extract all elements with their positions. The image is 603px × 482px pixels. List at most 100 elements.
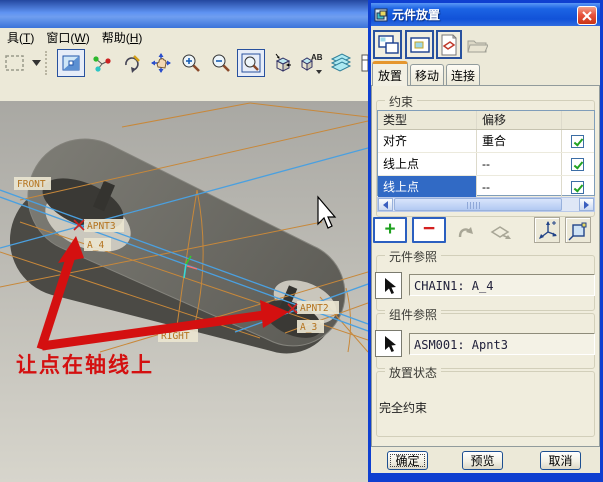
scroll-right-icon <box>584 201 589 209</box>
create-datum-icon <box>438 33 460 57</box>
add-constraint-button[interactable]: + <box>373 217 407 243</box>
plus-icon: + <box>384 220 395 239</box>
assembly-ref-select-button[interactable] <box>375 330 402 357</box>
graphics-viewport[interactable]: FRONT RIGHT APNT3 A_4 APNT2 A_3 <box>0 101 368 482</box>
column-header-enabled[interactable] <box>562 111 592 129</box>
flip-constraint-button <box>485 217 515 243</box>
svg-text:AB: AB <box>311 53 323 62</box>
constraints-table: 类型 偏移 对齐 重合 线上点 -- 线上点 -- <box>377 110 595 196</box>
constraint-row[interactable]: 线上点 -- <box>378 153 594 176</box>
selection-filter-dropdown[interactable] <box>30 52 42 74</box>
close-icon <box>582 11 592 21</box>
menu-help[interactable]: 帮助(H) <box>97 28 150 48</box>
component-ref-title: 元件参照 <box>385 248 441 265</box>
application-window: 具(T) 窗口(W) 帮助(H) <box>0 0 603 482</box>
menu-tools[interactable]: 具(T) <box>2 28 41 48</box>
chevron-down-icon <box>32 60 41 66</box>
selection-filter-button[interactable] <box>1 49 29 77</box>
same-window-icon <box>408 33 432 57</box>
minus-icon: − <box>423 218 435 239</box>
pan-hand-icon <box>150 52 172 74</box>
zoom-out-button[interactable] <box>207 49 235 77</box>
constraint-enabled-checkbox[interactable] <box>571 135 584 148</box>
flip-icon <box>488 219 512 241</box>
dialog-title: 元件放置 <box>392 6 440 23</box>
constraint-offset-cell[interactable]: 重合 <box>477 130 562 152</box>
menu-window[interactable]: 窗口(W) <box>41 28 96 48</box>
a3-axis-label[interactable]: A_3 <box>300 322 317 333</box>
constraint-offset-cell[interactable]: -- <box>477 176 562 198</box>
placement-status-title: 放置状态 <box>385 364 441 381</box>
fix-component-icon <box>567 219 589 241</box>
layers-icon <box>329 51 353 75</box>
reorient-view-button[interactable] <box>267 49 295 77</box>
column-header-type[interactable]: 类型 <box>378 111 477 129</box>
constraint-offset-cell[interactable]: -- <box>477 153 562 175</box>
preview-button[interactable]: 预览 <box>462 451 503 470</box>
remove-constraint-button[interactable]: − <box>412 217 446 243</box>
move-with-triad-button[interactable] <box>534 217 560 243</box>
constraint-row[interactable]: 对齐 重合 <box>378 130 594 153</box>
layers-button[interactable] <box>327 49 355 77</box>
tab-placement[interactable]: 放置 <box>372 61 408 86</box>
constraint-row-selected[interactable]: 线上点 -- <box>378 176 594 199</box>
rename-button[interactable]: AB <box>297 49 325 77</box>
zoom-in-icon <box>180 52 202 74</box>
create-datum-button[interactable] <box>436 30 462 59</box>
constraints-table-header: 类型 偏移 <box>378 111 594 130</box>
dialog-icon <box>374 8 388 22</box>
zoom-fit-button[interactable] <box>237 49 265 77</box>
same-window-button[interactable] <box>405 30 434 59</box>
datum-axis-icon <box>90 52 112 74</box>
ok-button[interactable]: 确定 <box>387 451 428 470</box>
separate-window-icon <box>376 33 400 57</box>
fix-location-button[interactable] <box>565 217 591 243</box>
assembly-ref-title: 组件参照 <box>385 306 441 323</box>
cancel-button[interactable]: 取消 <box>540 451 581 470</box>
scrollbar-thumb[interactable] <box>394 198 562 211</box>
component-ref-select-button[interactable] <box>375 272 402 299</box>
scroll-right-button[interactable] <box>579 198 594 211</box>
zoom-fit-icon <box>240 52 262 74</box>
separate-window-button[interactable] <box>373 30 402 59</box>
apnt2-point-label[interactable]: APNT2 <box>300 303 329 314</box>
open-button <box>464 30 490 59</box>
annotation-text: 让点在轴线上 <box>16 353 154 377</box>
component-ref-field[interactable]: CHAIN1: A_4 <box>409 274 595 296</box>
constraints-group-title: 约束 <box>385 93 417 110</box>
placement-status-value: 完全约束 <box>379 399 427 416</box>
close-button[interactable] <box>577 6 597 25</box>
scroll-left-button[interactable] <box>378 198 393 211</box>
constraint-enabled-checkbox[interactable] <box>571 181 584 194</box>
constraint-type-cell[interactable]: 线上点 <box>378 176 477 198</box>
undo-arrow-icon <box>454 219 476 241</box>
toolbar-separator <box>45 51 53 75</box>
selection-box-icon <box>3 51 27 75</box>
tab-move[interactable]: 移动 <box>410 64 444 85</box>
menu-bar: 具(T) 窗口(W) 帮助(H) <box>0 28 370 47</box>
rename-ab-icon: AB <box>298 51 324 75</box>
zoom-in-button[interactable] <box>177 49 205 77</box>
pan-button[interactable] <box>147 49 175 77</box>
spin-center-button[interactable] <box>117 49 145 77</box>
main-toolbar: AB <box>0 47 368 78</box>
open-folder-icon <box>466 34 488 56</box>
constraint-enabled-checkbox[interactable] <box>571 158 584 171</box>
apnt3-point-label[interactable]: APNT3 <box>87 221 116 232</box>
constraint-type-cell[interactable]: 线上点 <box>378 153 477 175</box>
constraints-hscrollbar[interactable] <box>377 197 595 212</box>
constraint-type-cell[interactable]: 对齐 <box>378 130 477 152</box>
column-header-offset[interactable]: 偏移 <box>477 111 562 129</box>
front-plane-label[interactable]: FRONT <box>17 179 46 190</box>
toolbar-spacer <box>0 78 368 102</box>
tab-connect[interactable]: 连接 <box>446 64 480 85</box>
datum-plane-icon <box>60 52 82 74</box>
select-arrow-icon <box>381 335 397 353</box>
a4-axis-label[interactable]: A_4 <box>87 240 104 251</box>
scroll-left-icon <box>383 201 388 209</box>
datum-plane-display-button[interactable] <box>57 49 85 77</box>
dialog-titlebar[interactable]: 元件放置 <box>371 3 600 26</box>
datum-axis-display-button[interactable] <box>87 49 115 77</box>
assembly-ref-field[interactable]: ASM001: Apnt3 <box>409 333 595 355</box>
reorient-view-icon <box>270 52 292 74</box>
